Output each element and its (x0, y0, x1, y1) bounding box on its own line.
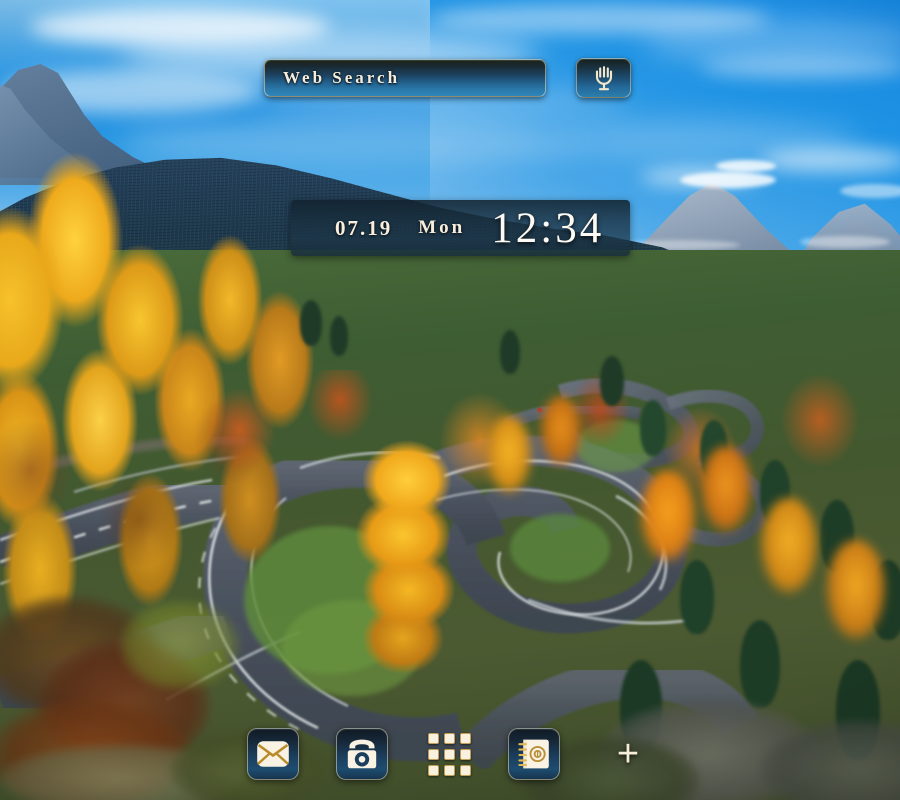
clock-day-of-week: Mon (418, 217, 466, 238)
app-grid-icon (427, 732, 471, 776)
wallpaper (0, 0, 900, 800)
microphone-icon (595, 66, 612, 91)
voice-search-button[interactable] (576, 58, 631, 98)
clock-date: 07.19 (335, 215, 393, 240)
plus-icon: + (616, 733, 640, 775)
telephone-icon (347, 739, 377, 769)
address-book-icon (518, 739, 549, 769)
search-input[interactable]: Web Search (264, 59, 546, 97)
hero-larch-tree (345, 440, 470, 675)
dock-item-add[interactable]: + (602, 728, 654, 780)
dock: + (0, 722, 900, 788)
dock-item-mail[interactable] (247, 728, 299, 780)
envelope-icon (257, 741, 289, 767)
clock-widget[interactable]: 07.19 Mon 12:34 (291, 200, 630, 256)
clock-time: 12:34 (491, 204, 605, 252)
search-placeholder: Web Search (283, 68, 401, 87)
dock-item-contacts[interactable] (508, 728, 560, 780)
dock-item-phone[interactable] (336, 728, 388, 780)
home-screen: Web Search 07.19 Mon 12:34 + (0, 0, 900, 800)
dock-item-apps[interactable] (423, 728, 475, 780)
